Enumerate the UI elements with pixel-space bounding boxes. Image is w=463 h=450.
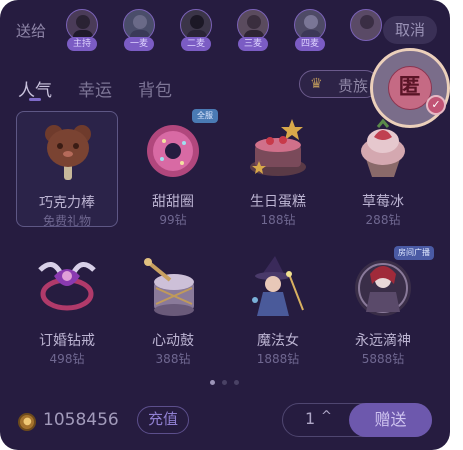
seat-tag: 三麦 xyxy=(238,37,268,51)
gift-price: 388钻 xyxy=(155,352,191,366)
tab-lucky[interactable]: 幸运 xyxy=(78,76,112,101)
gift-item-donut[interactable]: 全服 甜甜圈 99钻 xyxy=(122,109,224,227)
page-dot[interactable] xyxy=(210,380,215,385)
seat-tag: 四麦 xyxy=(295,37,325,51)
noble-label: 贵族 xyxy=(338,77,369,95)
tab-backpack[interactable]: 背包 xyxy=(138,76,172,101)
gift-item-magic-girl[interactable]: 魔法女 1888钻 xyxy=(227,250,329,366)
gift-name: 心动鼓 xyxy=(152,333,194,349)
gift-footer: ● 1058456 充值 1 ^ 赠送 xyxy=(0,395,450,450)
gift-item-heart-drum[interactable]: 心动鼓 388钻 xyxy=(122,250,224,366)
gift-item-eternal-god[interactable]: 房间广播 永远滴神 5888钻 xyxy=(332,246,434,366)
gift-price: 188钻 xyxy=(260,213,296,227)
page-dot[interactable] xyxy=(222,380,227,385)
send-gift-button[interactable]: 赠送 xyxy=(349,403,432,437)
recipient-bar: 送给 主持 一麦 二麦 三麦 四麦 取消 xyxy=(0,0,450,58)
gift-price: 免费礼物 xyxy=(42,214,91,228)
magic-girl-icon xyxy=(252,256,304,316)
check-icon: ✓ xyxy=(426,95,446,115)
seat-tag: 主持 xyxy=(67,37,97,51)
gift-name: 巧克力棒 xyxy=(39,195,95,211)
gift-item-strawberry-ice[interactable]: 草莓冰 288钻 xyxy=(332,111,434,227)
gift-item-engagement-ring[interactable]: 订婚钻戒 498钻 xyxy=(16,250,118,366)
gift-price: 498钻 xyxy=(49,352,85,366)
seat-tag: 一麦 xyxy=(124,37,154,51)
gift-panel: 送给 主持 一麦 二麦 三麦 四麦 取消 人气 幸运 背包 ♛ 贵族 巧克力棒 … xyxy=(0,0,450,450)
seat-tag: 二麦 xyxy=(181,37,211,51)
gift-name: 魔法女 xyxy=(257,333,299,349)
donut-icon xyxy=(147,125,199,177)
diamond-coin-icon: ● xyxy=(18,413,36,431)
drum-icon xyxy=(144,258,194,316)
recipient-seat-1[interactable]: 一麦 xyxy=(122,9,158,55)
noble-button[interactable]: ♛ 贵族 xyxy=(299,70,379,98)
recipient-seat-2[interactable]: 二麦 xyxy=(179,9,215,55)
engagement-ring-icon xyxy=(38,262,96,311)
avatar xyxy=(350,9,382,41)
gift-name: 草莓冰 xyxy=(362,194,404,210)
chocolate-bear-icon xyxy=(45,125,91,180)
recipient-seat-4[interactable]: 四麦 xyxy=(293,9,329,55)
gift-price: 5888钻 xyxy=(361,352,405,366)
anonymous-toggle[interactable]: 匿 ✓ xyxy=(370,48,450,128)
gift-name: 甜甜圈 xyxy=(152,194,194,210)
recipient-host[interactable]: 主持 xyxy=(65,9,101,55)
gift-badge: 全服 xyxy=(192,109,218,123)
balance-value: 1058456 xyxy=(43,410,119,430)
chevron-up-icon[interactable]: ^ xyxy=(321,409,332,424)
gift-price: 99钻 xyxy=(159,213,187,227)
recharge-button[interactable]: 充值 xyxy=(137,406,189,434)
recipient-seat-3[interactable]: 三麦 xyxy=(236,9,272,55)
gift-item-birthday-cake[interactable]: 生日蛋糕 188钻 xyxy=(227,111,329,227)
send-to-label: 送给 xyxy=(16,22,47,40)
gift-item-chocolate-bar[interactable]: 巧克力棒 免费礼物 xyxy=(16,111,118,228)
gift-price: 288钻 xyxy=(365,213,401,227)
gift-name: 永远滴神 xyxy=(355,333,411,349)
gift-badge: 房间广播 xyxy=(394,246,434,260)
page-dot[interactable] xyxy=(234,380,239,385)
quantity-value: 1 xyxy=(305,409,316,428)
gift-price: 1888钻 xyxy=(256,352,300,366)
crown-icon: ♛ xyxy=(310,76,323,92)
recipient-seat-5[interactable] xyxy=(349,9,385,55)
tab-active-indicator xyxy=(29,98,41,101)
gift-name: 订婚钻戒 xyxy=(39,333,95,349)
birthday-cake-icon xyxy=(250,119,306,176)
eternal-god-icon xyxy=(355,260,411,316)
page-indicator xyxy=(210,380,250,388)
anonymous-char: 匿 xyxy=(398,75,421,100)
gift-name: 生日蛋糕 xyxy=(250,194,306,210)
cancel-button[interactable]: 取消 xyxy=(383,16,437,44)
